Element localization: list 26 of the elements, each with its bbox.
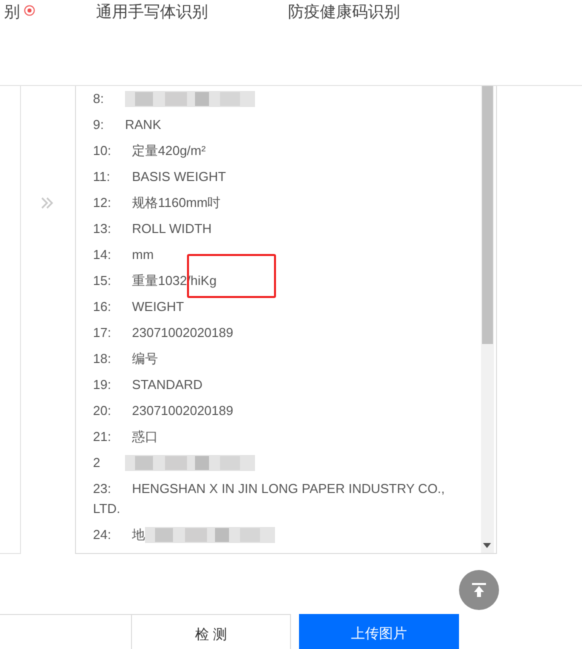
scroll-down-arrow-icon[interactable] [483,543,491,548]
tab-label[interactable]: 通用手写体识别 [96,2,208,22]
detect-button[interactable]: 检 测 [132,614,291,649]
tab-label[interactable]: 别 [4,2,20,22]
arrow-up-icon [471,582,487,598]
result-line: 23: HENGSHAN X IN JIN LONG PAPER INDUSTRY CO., LTD. [93,480,446,518]
result-line: 10: 定量420g/m² [93,142,206,160]
result-line: 13: ROLL WIDTH [93,220,212,238]
result-line: 18: 编号 [93,350,158,368]
result-line: 21: 惑口 [93,428,158,446]
double-chevron-icon [40,196,54,210]
tab-label[interactable]: 防疫健康码识别 [288,2,400,22]
result-line: 12: 规格1160mm吋 [93,194,221,212]
result-line: 24: 地 [93,526,145,544]
result-line: 8: [93,90,105,108]
result-line: 16: WEIGHT [93,298,184,316]
result-line: 9: RANK [93,116,162,134]
result-line: 2 [93,454,102,472]
result-line: 17: 23071002020189 [93,324,234,342]
back-to-top-button[interactable] [459,570,499,610]
upload-image-button[interactable]: 上传图片 [299,614,459,649]
result-line: 20: 23071002020189 [93,402,234,420]
scrollbar[interactable] [481,86,494,553]
result-line: 11: BASIS WEIGHT [93,168,226,186]
result-line: 14: mm [93,246,154,264]
result-line: 19: STANDARD [93,376,203,394]
